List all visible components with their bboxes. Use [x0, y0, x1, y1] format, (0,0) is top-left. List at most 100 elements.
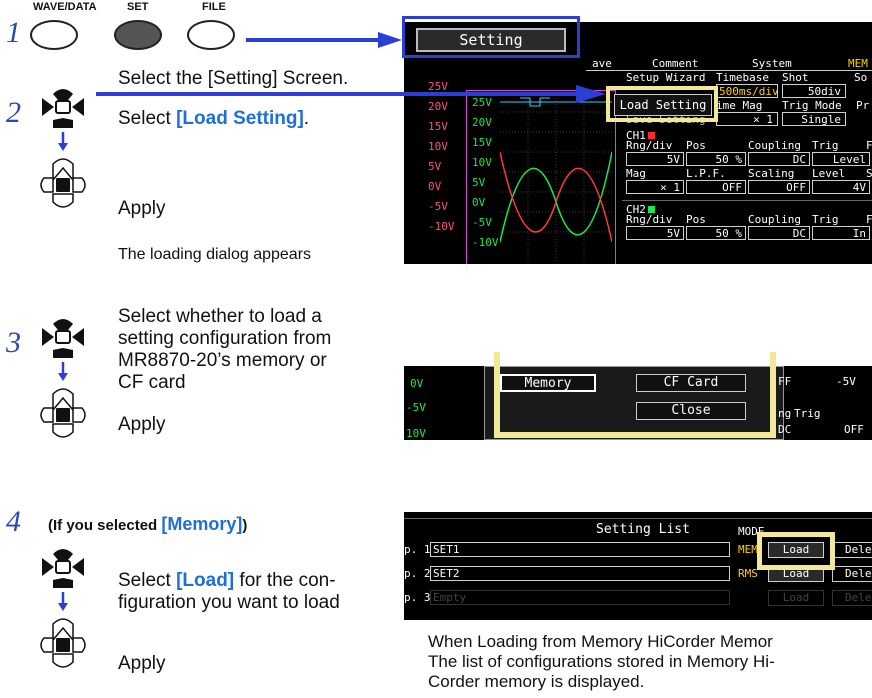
row-3-load-button[interactable]: Load [768, 590, 824, 606]
tab-comment[interactable]: Comment [652, 58, 698, 70]
y-tick: 15V [428, 120, 448, 133]
trig-value[interactable]: Level [812, 152, 870, 166]
y-tick: 5V [428, 160, 442, 173]
y-tick: -5V [472, 216, 492, 229]
y-tick: -5V [428, 200, 448, 213]
y-neg5v: -5V [406, 401, 426, 414]
y-0v: 0V [410, 377, 424, 390]
step-2-post: . [303, 108, 310, 129]
step-3-line-4: CF card [118, 372, 186, 393]
neg5v-text: -5V [836, 375, 856, 388]
ch1-color-icon [647, 132, 655, 139]
mag-label: Mag [626, 167, 646, 180]
wave-data-button[interactable] [30, 20, 78, 50]
timebase-value[interactable]: 500ms/div [716, 84, 779, 98]
caption-line-3: Corder memory is displayed. [428, 672, 645, 691]
so-label: So [854, 71, 868, 84]
row-2-delete-button[interactable]: Dele [832, 566, 872, 582]
step-4-text: Select [Load] for the con- figuration yo… [118, 570, 340, 614]
load-highlight: [Load] [176, 570, 235, 591]
step-4-condition: (If you selected [Memory]) [48, 514, 247, 535]
trig-mode-value[interactable]: Single [782, 112, 846, 126]
ch2-coupling-value[interactable]: DC [748, 226, 810, 240]
row-1-delete-button[interactable]: Dele [832, 542, 872, 558]
coupling-value[interactable]: DC [748, 152, 810, 166]
pr-label: Pr [856, 99, 870, 112]
timebase-label: Timebase [716, 71, 769, 84]
level-value[interactable]: 4V [812, 180, 870, 194]
y-tick: 15V [472, 136, 492, 149]
tab-wave[interactable]: ave [592, 58, 612, 70]
inner-y-axis: 25V 20V 15V 10V 5V 0V -5V -10V [472, 96, 499, 249]
y-tick: -10V [472, 236, 499, 249]
step-3-number: 3 [6, 326, 21, 359]
row-3-delete-button[interactable]: Dele [832, 590, 872, 606]
pos-value[interactable]: 50 % [686, 152, 746, 166]
row-2-name[interactable]: SET2 [430, 566, 730, 581]
y-tick: 20V [472, 116, 492, 129]
ch2-trig-label: Trig [812, 213, 839, 226]
step-2-pre: Select [118, 108, 177, 129]
row-1-no: p. 1 [404, 543, 431, 556]
step-2-apply: Apply [118, 198, 166, 219]
ff-text: FF [778, 375, 792, 388]
step-4-cond-post: ) [242, 517, 248, 534]
file-button[interactable] [187, 20, 235, 50]
step-4-apply: Apply [118, 653, 166, 674]
step-2-number: 2 [6, 96, 21, 129]
file-label: FILE [202, 1, 226, 13]
scaling-label: Scaling [748, 167, 795, 180]
setting-tab-frame [402, 16, 580, 58]
ch2-trig-value[interactable]: In [812, 226, 870, 240]
dpad-step2-icon [40, 89, 86, 208]
dc-text: DC [778, 423, 792, 436]
y-neg10v: 10V [406, 427, 426, 440]
trig-label: Trig [812, 139, 839, 152]
ch2-rng-value[interactable]: 5V [626, 226, 684, 240]
set-label: SET [127, 1, 149, 13]
y-tick: 0V [472, 196, 486, 209]
step-2-note: The loading dialog appears [118, 246, 312, 263]
row-3-name[interactable]: Empty [430, 590, 730, 605]
shot-label: Shot [782, 71, 809, 84]
tab-system[interactable]: System [752, 58, 792, 70]
lpf-label: L.P.F. [686, 167, 726, 180]
step-4-pre: Select [118, 570, 177, 591]
list-divider [404, 518, 872, 519]
caption-line-1: When Loading from Memory HiCorder Memor [428, 632, 773, 651]
setup-wizard[interactable]: Setup Wizard [626, 72, 705, 84]
step-4-cond-pre: (If you selected [48, 517, 162, 534]
set-button[interactable] [114, 20, 162, 50]
time-mag-label: ime Mag [716, 99, 763, 112]
ch2-pos-value[interactable]: 50 % [686, 226, 746, 240]
step-4-number: 4 [6, 505, 21, 538]
rng-div-label: Rng/div [626, 139, 673, 152]
shot-value[interactable]: 50div [782, 84, 846, 98]
y-tick: 10V [428, 140, 448, 153]
ch-divider [622, 200, 872, 201]
wave-data-label: WAVE/DATA [33, 1, 97, 13]
dpad-step4-icon [40, 549, 86, 668]
time-mag-value[interactable]: × 1 [716, 112, 778, 126]
row-1-name[interactable]: SET1 [430, 542, 730, 557]
tab-mem[interactable]: MEM [848, 58, 868, 70]
pos-label: Pos [686, 139, 706, 152]
trig-text: Trig [794, 407, 821, 420]
load-setting-highlight: [Load Setting] [176, 108, 304, 129]
tab-bar [586, 58, 872, 71]
row-1-mode: MEM [738, 543, 758, 556]
step-3-text: Select whether to load a setting configu… [118, 306, 331, 394]
waveform-plot [500, 92, 612, 262]
mag-value[interactable]: × 1 [626, 180, 684, 194]
y-tick: 10V [472, 156, 492, 169]
step-4-post: for the con- [234, 570, 336, 591]
memory-highlight: [Memory] [161, 514, 243, 534]
step-3-line-2: setting configuration from [118, 328, 332, 349]
lpf-value[interactable]: OFF [686, 180, 746, 194]
rng-value[interactable]: 5V [626, 152, 684, 166]
off-text: OFF [844, 423, 864, 436]
ch2-rng-div-label: Rng/div [626, 213, 673, 226]
f-label: F [866, 139, 872, 152]
scaling-value[interactable]: OFF [748, 180, 810, 194]
load-setting-button[interactable]: Load Setting [614, 94, 712, 116]
